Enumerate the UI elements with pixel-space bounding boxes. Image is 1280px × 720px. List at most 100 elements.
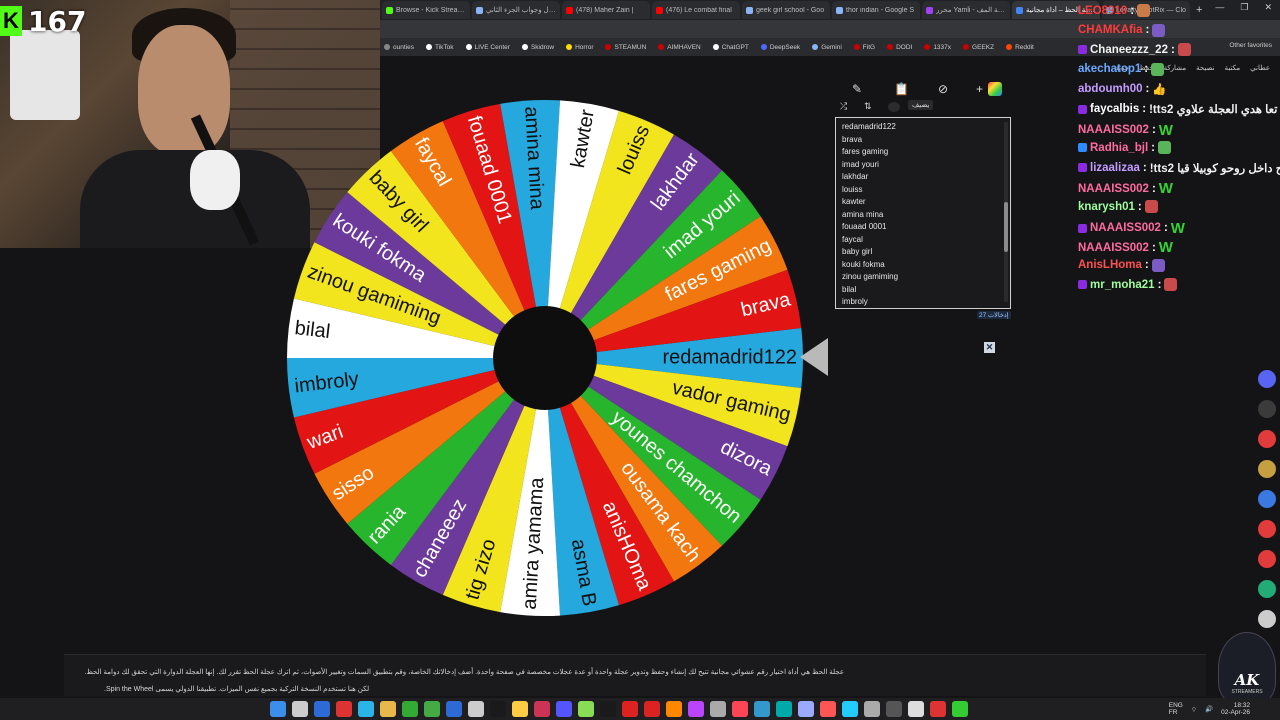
taskbar-app-icon[interactable] — [908, 701, 924, 717]
bookmark-item[interactable]: TikTok — [425, 44, 454, 51]
taskbar-app-icon[interactable] — [424, 701, 440, 717]
sidebar-app-icon[interactable] — [1258, 490, 1276, 508]
bookmark-item[interactable]: FitG — [853, 44, 875, 51]
browser-tab[interactable]: (478) Maher Zain | — [562, 1, 650, 19]
bookmark-item[interactable]: DeepSeek — [760, 44, 800, 51]
taskbar-app-icon[interactable] — [710, 701, 726, 717]
browser-tab[interactable]: thor indian - Google S — [832, 1, 920, 19]
taskbar-app-icon[interactable] — [952, 701, 968, 717]
taskbar-app-icon[interactable] — [380, 701, 396, 717]
chat-username[interactable]: AnisLHoma — [1078, 259, 1142, 271]
spin-wheel[interactable]: redamadrid122 vador gaming dizora younes ch… — [285, 98, 805, 618]
bookmark-item[interactable]: Skidrow — [521, 43, 555, 51]
sidebar-app-icon[interactable] — [1258, 610, 1276, 628]
close-icon[interactable]: ✕ — [984, 342, 995, 353]
chat-username[interactable]: NAAAISS002 — [1090, 222, 1161, 234]
taskbar-app-icon[interactable] — [930, 701, 946, 717]
add-entry-button[interactable]: يضيف — [908, 100, 934, 110]
bookmark-item[interactable]: ChatGPT — [712, 44, 749, 51]
taskbar-app-icon[interactable] — [402, 701, 418, 717]
chat-username[interactable]: NAAAISS002 — [1078, 242, 1149, 254]
browser-tab[interactable]: سؤال وجواب الجزء الثاني — [472, 1, 560, 19]
sidebar-app-icon[interactable] — [1258, 400, 1276, 418]
taskbar-app-icon[interactable] — [666, 701, 682, 717]
taskbar-app-icon[interactable] — [578, 701, 594, 717]
paste-icon[interactable]: 📋 — [894, 82, 909, 96]
bookmark-item[interactable]: Gemini — [812, 44, 842, 51]
bookmark-item[interactable]: GEEKZ — [963, 44, 994, 51]
shuffle-icon[interactable]: ⤮ — [840, 101, 847, 112]
taskbar-app-icon[interactable] — [776, 701, 792, 717]
taskbar-app-icon[interactable] — [446, 701, 462, 717]
tab-favicon-icon — [1016, 6, 1023, 14]
bookmark-item[interactable]: ounties — [384, 44, 414, 51]
browser-tab[interactable]: محرر Yamli - لوحة المف — [922, 1, 1010, 19]
taskbar-app-icon[interactable] — [842, 701, 858, 717]
taskbar-app-icon[interactable] — [270, 701, 286, 717]
taskbar-app-icon[interactable] — [622, 701, 638, 717]
chat-username[interactable]: mr_moha21 — [1090, 279, 1155, 291]
taskbar-app-icon[interactable] — [732, 701, 748, 717]
image-icon[interactable] — [888, 102, 900, 112]
taskbar-app-icon[interactable] — [798, 701, 814, 717]
clock[interactable]: 18:32 02-Apr-26 — [1221, 702, 1250, 716]
bookmark-item[interactable]: STEAMUN — [605, 44, 646, 51]
entries-textarea[interactable]: redamadrid122 brava fares gaming imad youri… — [835, 117, 1011, 309]
bookmark-item[interactable]: 1337x — [924, 44, 951, 51]
sidebar-app-icon[interactable] — [1258, 550, 1276, 568]
taskbar-app-icon[interactable] — [688, 701, 704, 717]
chat-username[interactable]: Chaneezzz_22 — [1090, 44, 1168, 56]
taskbar-app-icon[interactable] — [600, 701, 616, 717]
bookmark-item[interactable]: AIMHAVEN — [658, 44, 701, 51]
color-icon[interactable] — [988, 82, 1002, 96]
chat-username[interactable]: NAAAISS002 — [1078, 183, 1149, 195]
chat-username[interactable]: lizaalizaa — [1090, 162, 1140, 174]
bookmark-item[interactable]: LIVE Center — [465, 44, 510, 51]
chat-username[interactable]: Radhia_bjl — [1090, 142, 1148, 154]
sidebar-app-icon[interactable] — [1258, 460, 1276, 478]
taskbar-app-icon[interactable] — [754, 701, 770, 717]
volume-icon[interactable]: 🔊 — [1205, 705, 1213, 713]
taskbar-app-icon[interactable] — [358, 701, 374, 717]
sidebar-app-icon[interactable] — [1258, 520, 1276, 538]
taskbar-app-icon[interactable] — [336, 701, 352, 717]
chat-username[interactable]: akechatop1 — [1078, 63, 1141, 75]
chat-username[interactable]: knarysh01 — [1078, 201, 1135, 213]
bookmark-item[interactable]: Reddit — [1006, 44, 1034, 51]
sidebar-app-icon[interactable] — [1258, 580, 1276, 598]
taskbar-app-icon[interactable] — [820, 701, 836, 717]
sort-icon[interactable]: ⇅ — [864, 101, 872, 112]
chat-username[interactable]: NAAAISS002 — [1078, 124, 1149, 136]
taskbar-app-icon[interactable] — [314, 701, 330, 717]
language-indicator[interactable]: ENG FR — [1169, 702, 1183, 716]
hide-icon[interactable]: ⊘ — [938, 82, 948, 96]
taskbar-app-icon[interactable] — [886, 701, 902, 717]
wheel-hub[interactable] — [493, 306, 597, 410]
browser-tab[interactable]: Browse - Kick Streamin — [382, 1, 470, 19]
taskbar-app-icon[interactable] — [556, 701, 572, 717]
chat-username[interactable]: faycalbis — [1090, 103, 1139, 115]
bookmark-label: Skidrow — [530, 43, 555, 51]
browser-tab[interactable]: geek girl school - Goo — [742, 1, 830, 19]
scroll-thumb[interactable] — [1004, 202, 1008, 252]
taskbar-app-icon[interactable] — [864, 701, 880, 717]
taskbar-app-icon[interactable] — [644, 701, 660, 717]
sidebar-app-icon[interactable] — [1258, 370, 1276, 388]
wheel-svg[interactable]: redamadrid122vador gamingdizorayounes ch… — [285, 98, 805, 618]
sidebar-app-icon[interactable] — [1258, 430, 1276, 448]
taskbar-app-icon[interactable] — [468, 701, 484, 717]
taskbar-app-icon[interactable] — [490, 701, 506, 717]
entries-scrollbar[interactable] — [1004, 122, 1008, 302]
chat-username[interactable]: LEO8910 — [1078, 5, 1127, 17]
taskbar-app-icon[interactable] — [292, 701, 308, 717]
bookmark-item[interactable]: Horror — [566, 44, 593, 51]
wifi-icon[interactable]: ⌔ — [1191, 705, 1197, 714]
chat-username[interactable]: CHAMKAfia — [1078, 24, 1143, 36]
chat-username[interactable]: abdoumh00 — [1078, 83, 1143, 95]
add-icon[interactable]: + — [976, 82, 983, 96]
browser-tab[interactable]: (476) Le combat final — [652, 1, 740, 19]
taskbar-app-icon[interactable] — [512, 701, 528, 717]
edit-icon[interactable]: ✎ — [852, 82, 862, 96]
taskbar-app-icon[interactable] — [534, 701, 550, 717]
bookmark-item[interactable]: DODI — [887, 44, 912, 51]
